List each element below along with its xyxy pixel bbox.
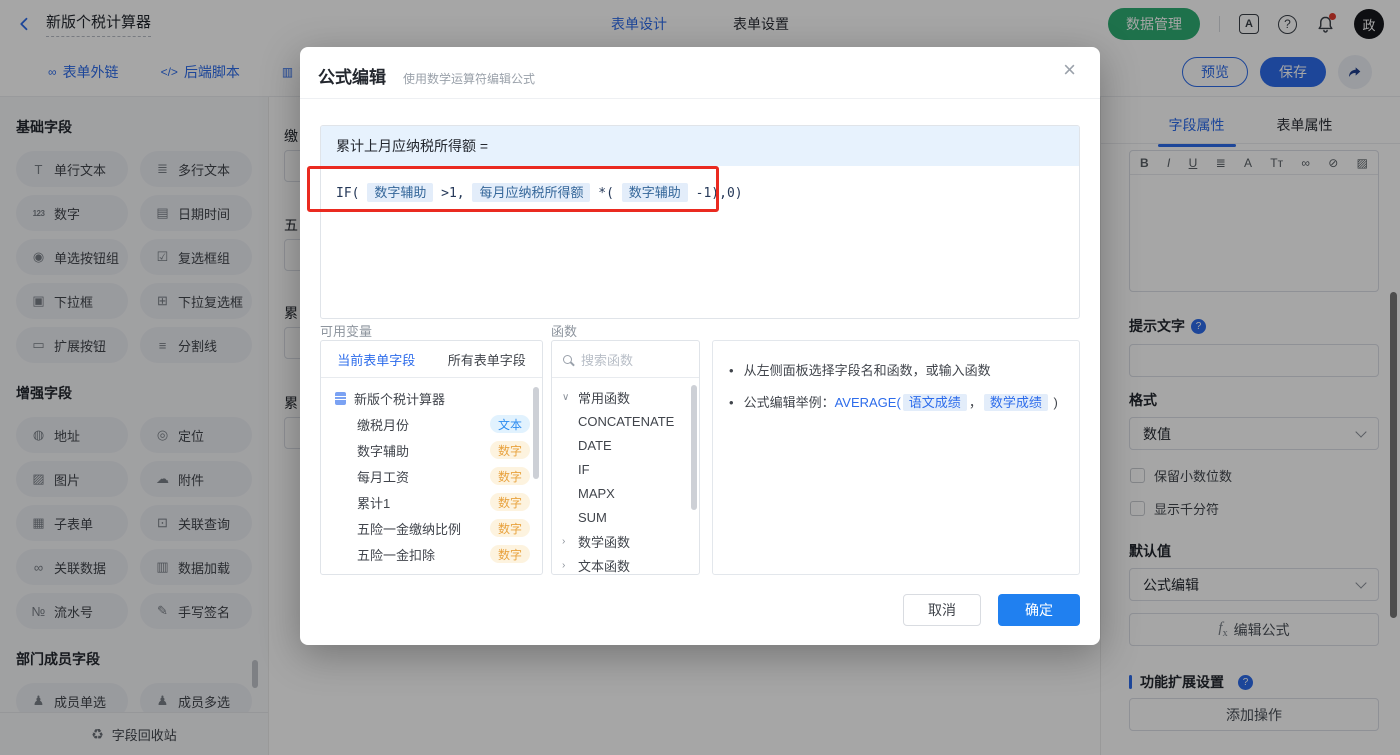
function-group[interactable]: › 文本函数 (552, 553, 699, 574)
variable-name: 数字辅助 (357, 443, 410, 459)
form-name: 新版个税计算器 (354, 391, 446, 407)
formula-body[interactable]: IF( 数字辅助 >1, 每月应纳税所得额 *( 数字辅助 -1),0) (321, 166, 1079, 221)
chevron-right-icon: › (562, 559, 566, 571)
variable-item[interactable]: 数字辅助 数字 (321, 437, 542, 463)
variables-label: 可用变量 (320, 324, 373, 339)
formula-editor[interactable]: 累计上月应纳税所得额 = IF( 数字辅助 >1, 每月应纳税所得额 *( 数字… (320, 125, 1080, 319)
divider (300, 98, 1100, 99)
functions-scrollbar[interactable] (691, 385, 697, 510)
cancel-button[interactable]: 取消 (903, 594, 981, 626)
variable-name: 缴税月份 (357, 417, 410, 433)
formula-target-label: 累计上月应纳税所得额 = (336, 138, 489, 154)
function-group-name: 数学函数 (578, 534, 631, 550)
variables-tabs: 当前表单字段 所有表单字段 (321, 341, 542, 378)
function-group-name: 常用函数 (578, 390, 631, 406)
variable-type-badge: 数字 (489, 493, 530, 511)
search-icon (563, 354, 572, 364)
function-search-input[interactable]: 搜索函数 (552, 341, 699, 378)
function-item[interactable]: CONCATENATE (552, 409, 699, 433)
field-chip[interactable]: 每月应纳税所得额 (472, 183, 591, 202)
variable-name: 每月工资 (357, 469, 410, 485)
chevron-right-icon: › (562, 535, 566, 547)
functions-label: 函数 (551, 324, 578, 339)
function-item[interactable]: SUM (552, 505, 699, 529)
tip-text: 从左侧面板选择字段名和函数，或输入函数 (743, 363, 991, 378)
variable-item[interactable]: 五险一金扣除 数字 (321, 541, 542, 567)
tab-current-form-fields[interactable]: 当前表单字段 (321, 341, 432, 377)
tip-text: 公式编辑举例： (743, 395, 835, 410)
tip-text: ) (1049, 395, 1058, 410)
formula-text: IF( (336, 186, 368, 201)
variable-name: 五险一金缴纳比例 (357, 521, 462, 537)
form-icon (335, 391, 346, 405)
tips-panel: • 从左侧面板选择字段名和函数，或输入函数 • 公式编辑举例：AVERAGE(语… (712, 340, 1080, 575)
function-item[interactable]: IF (552, 457, 699, 481)
formula-text: *( (590, 186, 622, 201)
variable-item[interactable]: 累计1 数字 (321, 489, 542, 515)
bullet: • (729, 395, 734, 410)
tip-example: 公式编辑举例：AVERAGE(语文成绩，数学成绩 ) (744, 392, 1058, 413)
function-group[interactable]: › 数学函数 (552, 529, 699, 553)
formula-text: -1),0) (687, 186, 743, 201)
variables-scrollbar[interactable] (533, 387, 539, 479)
field-chip[interactable]: 数字辅助 (367, 183, 434, 202)
app: 新版个税计算器 表单设计 表单设置 数据管理 A ? 政 ∞ 表单外链 </> 后端脚… (0, 0, 1400, 755)
function-group[interactable]: ∨ 常用函数 (552, 385, 699, 409)
search-placeholder: 搜索函数 (581, 352, 634, 368)
formula-text: >1, (433, 186, 473, 201)
field-chip[interactable]: 数字辅助 (621, 183, 688, 202)
function-item[interactable]: MAPX (552, 481, 699, 505)
modal-subtitle: 使用数学运算符编辑公式 (403, 72, 536, 86)
functions-list: ∨ 常用函数 CONCATENATE DATE IF MAPX SUM › 数学函数 › 文本函数 (552, 378, 699, 574)
variable-type-badge: 数字 (489, 519, 530, 537)
variable-item[interactable]: 每月工资 数字 (321, 463, 542, 489)
variable-type-badge: 数字 (489, 467, 530, 485)
variable-type-badge: 数字 (489, 441, 530, 459)
tip-line: • 从左侧面板选择字段名和函数，或输入函数 (729, 360, 1063, 381)
variable-item[interactable]: 缴税月份 文本 (321, 411, 542, 437)
variable-type-badge: 文本 (489, 415, 530, 433)
form-node[interactable]: 新版个税计算器 (321, 385, 542, 411)
tip-line: • 公式编辑举例：AVERAGE(语文成绩，数学成绩 ) (729, 392, 1063, 413)
variable-name: 五险一金扣除 (357, 547, 436, 563)
confirm-button[interactable]: 确定 (998, 594, 1080, 626)
tab-all-form-fields[interactable]: 所有表单字段 (432, 341, 543, 377)
chevron-down-icon: ∨ (562, 391, 570, 403)
variable-item[interactable]: 五险一金缴纳比例 数字 (321, 515, 542, 541)
variable-type-badge: 数字 (489, 545, 530, 563)
function-item[interactable]: DATE (552, 433, 699, 457)
bullet: • (729, 363, 734, 378)
formula-edit-modal: 公式编辑 使用数学运算符编辑公式 × 累计上月应纳税所得额 = IF( 数字辅助… (300, 47, 1100, 645)
modal-title: 公式编辑 (318, 68, 386, 87)
formula-expression: IF( 数字辅助 >1, 每月应纳税所得额 *( 数字辅助 -1),0) (336, 180, 1064, 207)
function-group-name: 文本函数 (578, 558, 631, 574)
formula-target: 累计上月应纳税所得额 = (321, 126, 1079, 166)
example-field-chip: 语文成绩 (902, 394, 967, 411)
close-icon[interactable]: × (1063, 59, 1076, 81)
variable-name: 累计1 (357, 495, 391, 511)
variables-panel: 当前表单字段 所有表单字段 新版个税计算器 缴税月份 文本 数字辅助 数字 每月工资 数字累… (320, 340, 543, 575)
functions-panel: 搜索函数 ∨ 常用函数 CONCATENATE DATE IF MAPX SUM › 数学函数 ›… (551, 340, 700, 575)
tip-function-name: AVERAGE( (834, 395, 901, 410)
example-field-chip: 数学成绩 (983, 394, 1048, 411)
variables-list: 新版个税计算器 缴税月份 文本 数字辅助 数字 每月工资 数字 累计1 数字 五险一金缴纳比例 数字… (321, 378, 542, 567)
tip-separator: ， (968, 395, 982, 410)
